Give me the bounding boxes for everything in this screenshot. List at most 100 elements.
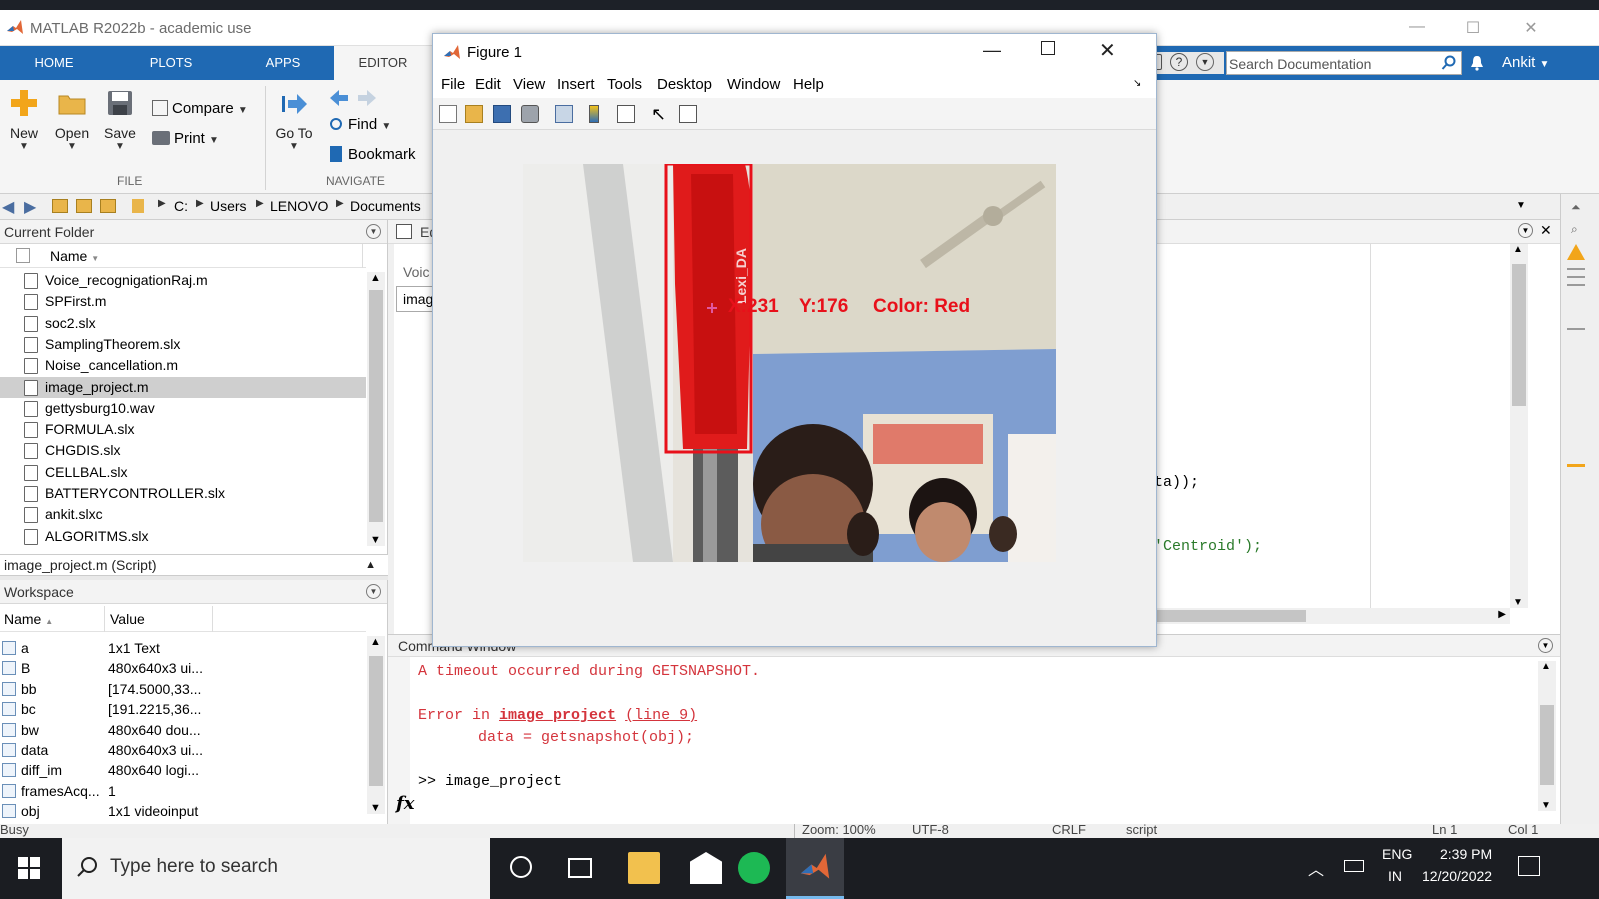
scroll-thumb[interactable] (1512, 264, 1526, 406)
search-icon[interactable]: ⌕ (1571, 222, 1578, 237)
forward-nav-icon[interactable]: ▶ (24, 197, 36, 217)
print-figure-icon[interactable] (521, 105, 539, 123)
scroll-down-icon[interactable]: ▼ (370, 534, 381, 546)
breadcrumb-documents[interactable]: Documents (350, 198, 421, 214)
workspace-row[interactable]: bb [174.5000,33... (0, 679, 366, 700)
ws-value-column[interactable]: Value (110, 611, 145, 627)
tab-apps[interactable]: APPS (234, 46, 332, 80)
battery-icon[interactable] (1344, 860, 1364, 872)
tab-home[interactable]: HOME (0, 46, 108, 80)
search-folder-icon[interactable] (100, 199, 116, 213)
edit-pencil-icon[interactable] (396, 224, 412, 239)
close-icon[interactable]: ✕ (1516, 18, 1546, 38)
tab-editor[interactable]: EDITOR (334, 46, 432, 80)
legend-icon[interactable] (617, 105, 635, 123)
close-icon[interactable]: ✕ (1099, 38, 1116, 63)
help-icon[interactable]: ? (1170, 53, 1188, 71)
cursor-arrow-icon[interactable]: ↖ (651, 104, 666, 125)
forward-arrow-icon[interactable] (356, 88, 378, 108)
clock-date[interactable]: 12/20/2022 (1422, 868, 1492, 884)
panel-options-icon[interactable]: ▼ (1518, 223, 1533, 238)
goto-button[interactable]: Go To ▼ (270, 88, 318, 152)
file-item[interactable]: FORMULA.slx (0, 419, 366, 440)
taskbar-search-box[interactable]: Type here to search (62, 838, 490, 899)
scroll-down-icon[interactable]: ▼ (1541, 800, 1551, 811)
options-icon[interactable]: ▼ (1196, 53, 1214, 71)
back-nav-icon[interactable]: ◀ (2, 197, 14, 217)
warning-mark[interactable] (1567, 464, 1585, 467)
scroll-up-icon[interactable]: ▲ (370, 636, 381, 648)
scroll-up-icon[interactable]: ▲ (1513, 244, 1523, 255)
menu-insert[interactable]: Insert (557, 76, 595, 93)
windows-start-icon[interactable] (18, 857, 40, 879)
browse-folder-icon[interactable] (76, 199, 92, 213)
maximize-icon[interactable] (1041, 41, 1055, 55)
save-button[interactable]: Save ▼ (100, 88, 140, 152)
up-folder-icon[interactable] (52, 199, 68, 213)
cortana-icon[interactable] (510, 856, 532, 878)
notifications-icon[interactable] (1518, 856, 1540, 876)
file-item[interactable]: gettysburg10.wav (0, 398, 366, 419)
menu-help[interactable]: Help (793, 76, 824, 93)
menu-tools[interactable]: Tools (607, 76, 642, 93)
menu-file[interactable]: File (441, 76, 465, 93)
open-file-icon[interactable] (465, 105, 483, 123)
file-item[interactable]: image_project.m (0, 376, 366, 398)
workspace-row[interactable]: obj 1x1 videoinput (0, 801, 366, 822)
name-column-header[interactable]: Name ▼ (50, 248, 99, 264)
menu-view[interactable]: View (513, 76, 545, 93)
workspace-row[interactable]: a 1x1 Text (0, 638, 366, 659)
scroll-down-icon[interactable]: ▼ (370, 802, 381, 814)
mail-icon[interactable] (690, 852, 722, 884)
menu-edit[interactable]: Edit (475, 76, 501, 93)
close-icon[interactable]: ✕ (1540, 222, 1552, 239)
matlab-taskbar-button[interactable] (786, 838, 844, 899)
panel-options-icon[interactable]: ▼ (366, 584, 381, 599)
minimize-icon[interactable]: — (1402, 18, 1432, 36)
editor-scrollbar[interactable]: ▲ ▼ (1510, 244, 1528, 608)
maximize-icon[interactable]: ☐ (1458, 18, 1488, 38)
clock-time[interactable]: 2:39 PM (1440, 846, 1492, 862)
menu-window[interactable]: Window (727, 76, 780, 93)
spotify-icon[interactable] (738, 852, 770, 884)
chevron-up-icon[interactable]: ▲ (365, 555, 376, 575)
task-view-icon[interactable] (568, 858, 592, 878)
property-editor-icon[interactable] (679, 105, 697, 123)
file-item[interactable]: soc2.slx (0, 313, 366, 334)
error-line-link[interactable]: (line 9) (625, 707, 697, 724)
file-item[interactable]: BATTERYCONTROLLER.slx (0, 483, 366, 504)
panel-options-icon[interactable]: ▼ (1538, 638, 1553, 653)
scroll-right-icon[interactable]: ▶ (1498, 609, 1506, 620)
menu-desktop[interactable]: Desktop (657, 76, 712, 93)
search-documentation-box[interactable]: Search Documentation (1226, 51, 1462, 75)
command-window[interactable]: Command Window ▼ A timeout occurred duri… (388, 634, 1560, 825)
file-item[interactable]: CHGDIS.slx (0, 440, 366, 461)
file-details-bar[interactable]: image_project.m (Script) ▲ (0, 554, 388, 576)
warning-icon[interactable] (1567, 244, 1585, 260)
workspace-scrollbar[interactable]: ▲ ▼ (367, 636, 385, 814)
breadcrumb-c[interactable]: C: (174, 198, 188, 214)
workspace-row[interactable]: bw 480x640 dou... (0, 720, 366, 741)
back-arrow-icon[interactable] (328, 88, 350, 108)
compare-button[interactable]: Compare ▼ (152, 100, 248, 117)
language-in[interactable]: IN (1388, 868, 1402, 884)
print-button[interactable]: Print ▼ (152, 130, 219, 147)
tab-plots[interactable]: PLOTS (108, 46, 234, 80)
bookmark-button[interactable]: Bookmark (330, 146, 416, 163)
editor-hscrollbar[interactable]: ▶ (1136, 608, 1510, 624)
new-button[interactable]: New ▼ (6, 88, 42, 152)
scroll-down-icon[interactable]: ▼ (1513, 597, 1523, 608)
workspace-row[interactable]: diff_im 480x640 logi... (0, 760, 366, 781)
bell-icon[interactable] (1468, 54, 1486, 72)
cmd-scrollbar[interactable]: ▲ ▼ (1538, 661, 1556, 811)
chevron-down-icon[interactable]: ▼ (1516, 200, 1526, 211)
search-icon[interactable] (1441, 55, 1457, 71)
breadcrumb-lenovo[interactable]: LENOVO (270, 198, 328, 214)
find-button[interactable]: Find ▼ (330, 116, 391, 133)
file-item[interactable]: Noise_cancellation.m (0, 355, 366, 376)
chevron-up-icon[interactable]: ︿ (1308, 856, 1324, 880)
new-figure-icon[interactable] (439, 105, 457, 123)
file-item[interactable]: CELLBAL.slx (0, 462, 366, 483)
scroll-up-icon[interactable]: ▲ (370, 272, 381, 284)
colorbar-icon[interactable] (589, 105, 599, 123)
